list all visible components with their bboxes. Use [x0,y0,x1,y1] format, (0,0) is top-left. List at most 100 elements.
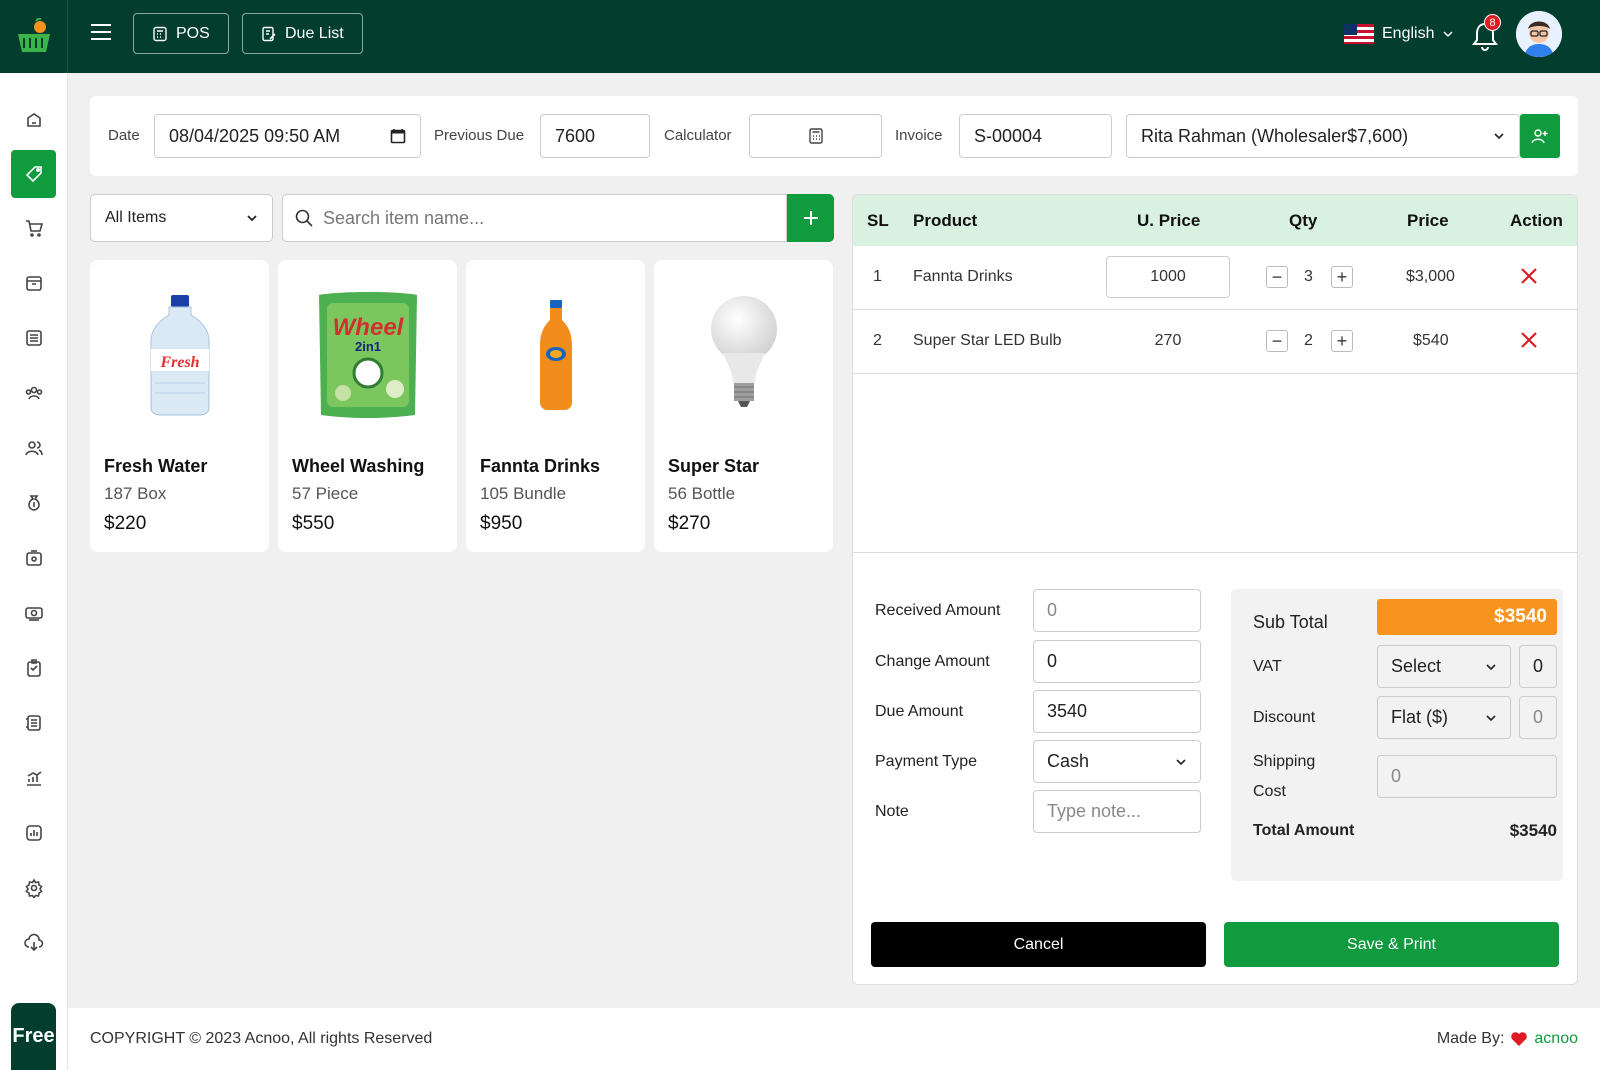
row-sl: 1 [873,268,882,285]
calculator-icon [808,128,823,144]
free-plan-badge[interactable]: Free [11,1003,56,1070]
sidebar-item-dues[interactable] [11,644,56,692]
sidebar-item-pos[interactable] [11,150,56,198]
qty-decrement-button[interactable]: − [1266,330,1288,352]
product-stock: 56 Bottle [668,484,736,503]
save-print-button[interactable]: Save & Print [1224,922,1559,967]
home-icon [26,113,41,127]
product-card[interactable]: Fresh Fresh Water 187 Box $220 [90,260,269,552]
sidebar-item-dashboard[interactable] [11,96,56,144]
product-stock: 187 Box [104,484,167,503]
sidebar-item-purchase[interactable] [11,204,56,252]
qty-increment-button[interactable]: + [1331,330,1353,352]
previous-due-field[interactable]: 7600 [540,114,650,158]
pos-button[interactable]: POS [133,13,229,54]
made-by: Made By: acnoo [1437,1030,1578,1048]
money-bag-icon [27,495,40,511]
product-card[interactable]: Wheel 2in1 Wheel Washing 57 Piece $550 [278,260,457,552]
add-product-button[interactable] [787,194,834,242]
qty-increment-button[interactable]: + [1331,266,1353,288]
table-row: 2 Super Star LED Bulb 270 − 2 + $540 [853,310,1577,374]
brand-link[interactable]: acnoo [1534,1030,1578,1048]
add-customer-button[interactable] [1520,114,1560,158]
unit-price-input[interactable]: 1000 [1106,256,1230,298]
product-price: $270 [668,513,711,534]
sidebar-item-income[interactable] [11,534,56,582]
calculator-button[interactable] [749,114,882,158]
sidebar-item-customers[interactable] [11,369,56,417]
sidebar-item-ledger[interactable] [11,699,56,747]
tag-icon [25,166,42,183]
chevron-down-icon [1486,714,1496,721]
menu-toggle-icon[interactable] [88,20,114,46]
sidebar-item-accounts[interactable] [11,589,56,637]
vat-select[interactable]: Select [1377,645,1511,688]
calculator-label: Calculator [664,127,732,144]
change-amount-input[interactable]: 0 [1033,640,1201,683]
top-bar: POS Due List English 8 [0,0,1600,73]
search-icon [295,209,313,227]
received-amount-placeholder: 0 [1047,600,1058,620]
sidebar-item-inventory[interactable] [11,259,56,307]
shipping-cost-input[interactable]: 0 [1377,755,1557,798]
bar-chart-icon [26,771,41,786]
discount-input[interactable]: 0 [1519,696,1557,739]
report-icon [25,825,42,841]
sidebar-item-analytics[interactable] [11,754,56,802]
search-field[interactable]: Search item name... [282,194,787,242]
discount-select[interactable]: Flat ($) [1377,696,1511,739]
calculator-icon [153,26,167,41]
shipping-label-line2: Cost [1253,783,1286,800]
language-selector[interactable]: English [1344,20,1454,48]
due-list-button[interactable]: Due List [242,13,363,54]
sidebar-item-download[interactable] [11,919,56,967]
ledger-icon [25,715,41,731]
received-amount-label: Received Amount [875,602,1001,619]
note-input[interactable]: Type note... [1033,790,1201,833]
subtotal-label: Sub Total [1253,612,1328,632]
vat-input[interactable]: 0 [1519,645,1557,688]
product-stock: 105 Bundle [480,484,567,503]
sidebar-item-expenses[interactable] [11,479,56,527]
notifications-button[interactable]: 8 [1470,14,1501,52]
note-placeholder: Type note... [1047,801,1142,821]
col-price: Price [1407,211,1449,230]
chevron-down-icon [1176,758,1186,765]
calendar-icon[interactable] [390,128,406,144]
category-select[interactable]: All Items [90,194,273,242]
notification-count-badge: 8 [1484,14,1501,31]
cart-icon [25,220,43,237]
customer-select[interactable]: Rita Rahman (Wholesaler$7,600) [1126,114,1520,158]
svg-text:Fresh: Fresh [159,354,199,371]
delete-row-button[interactable] [1520,267,1538,290]
invoice-label: Invoice [895,127,943,144]
wallet-icon [25,550,42,566]
order-summary: Sub Total $3540 VAT Select 0 Discount Fl… [1231,589,1563,881]
sidebar-item-reports[interactable] [11,809,56,857]
cart-panel: SL Product U. Price Qty Price Action 1 F… [852,194,1578,985]
product-card[interactable]: Super Star 56 Bottle $270 [654,260,833,552]
sidebar-item-suppliers[interactable] [11,424,56,472]
app-logo[interactable] [0,0,68,73]
user-avatar[interactable] [1516,11,1562,57]
payment-type-label: Payment Type [875,753,977,770]
received-amount-input[interactable]: 0 [1033,589,1201,632]
plus-icon [803,211,818,225]
due-amount-input[interactable]: 3540 [1033,690,1201,733]
sidebar-item-settings[interactable] [11,864,56,912]
product-price: $220 [104,513,147,534]
users-icon [24,441,43,456]
delete-row-button[interactable] [1520,331,1538,354]
date-field[interactable]: 08/04/2025 09:50 AM [154,114,421,158]
search-input[interactable]: Search item name... [323,208,484,229]
qty-decrement-button[interactable]: − [1266,266,1288,288]
change-amount-label: Change Amount [875,653,990,670]
payment-type-select[interactable]: Cash [1033,740,1201,783]
invoice-field[interactable]: S-00004 [959,114,1112,158]
cancel-button[interactable]: Cancel [871,922,1206,967]
due-amount-value: 3540 [1047,701,1088,721]
col-sl: SL [867,211,889,230]
product-card[interactable]: Fannta Drinks 105 Bundle $950 [466,260,645,552]
sidebar-item-products[interactable] [11,314,56,362]
unit-price-input[interactable]: 270 [1106,320,1230,362]
